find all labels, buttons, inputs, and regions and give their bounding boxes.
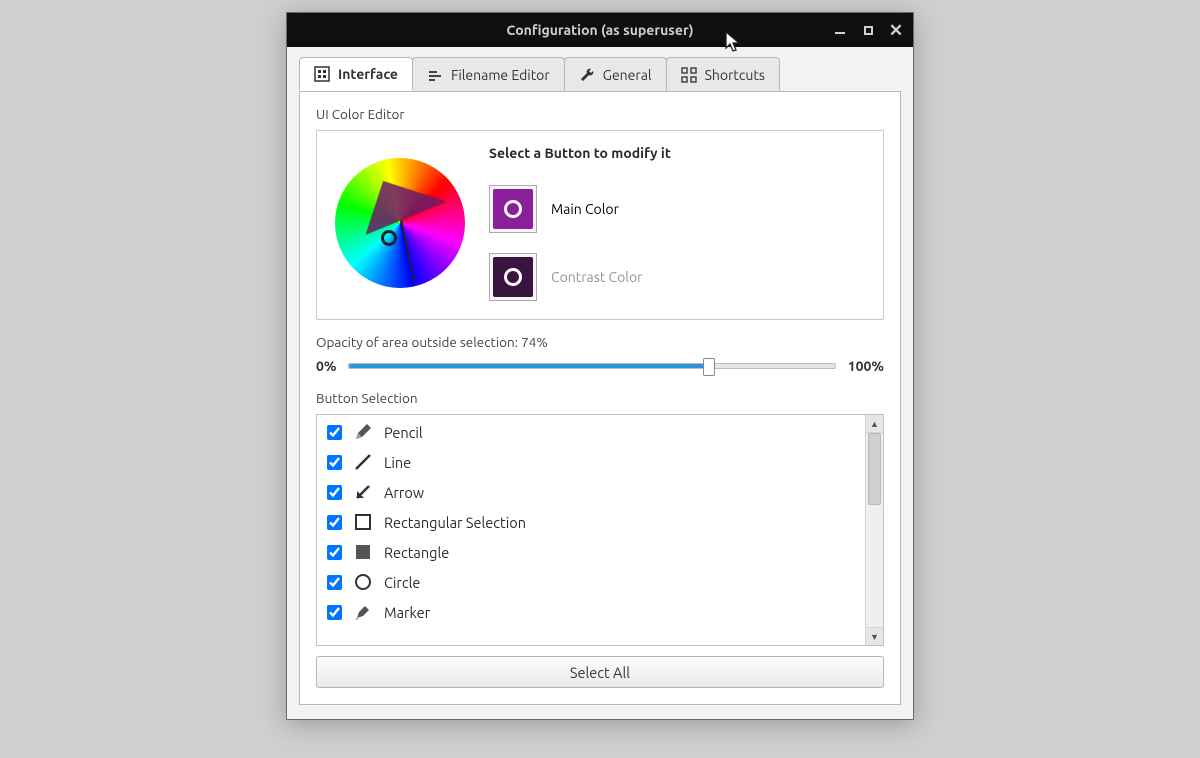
config-window: Configuration (as superuser) ✕ Interface… — [286, 12, 914, 720]
item-checkbox[interactable] — [327, 545, 342, 560]
scroll-up-button[interactable]: ▲ — [866, 415, 883, 433]
button-selection-list: Pencil Line Arrow Rectangular Selection Rect… — [316, 414, 884, 646]
opacity-min: 0% — [316, 358, 336, 374]
opacity-label: Opacity of area outside selection: 74% — [316, 334, 884, 350]
grid-icon — [681, 67, 697, 83]
marker-icon — [352, 601, 374, 623]
item-label: Rectangular Selection — [384, 514, 526, 531]
item-checkbox[interactable] — [327, 575, 342, 590]
scroll-thumb[interactable] — [868, 433, 881, 505]
interface-icon — [314, 66, 330, 82]
wrench-icon — [579, 67, 595, 83]
color-editor-group: Select a Button to modify it Main Color … — [316, 130, 884, 320]
tab-label: Interface — [338, 66, 398, 82]
list-item[interactable]: Rectangular Selection — [317, 507, 865, 537]
list-item[interactable]: Circle — [317, 567, 865, 597]
tab-general[interactable]: General — [564, 57, 667, 91]
pencil-icon — [352, 421, 374, 443]
item-label: Rectangle — [384, 544, 449, 561]
main-color-label: Main Color — [551, 201, 619, 217]
main-color-row: Main Color — [489, 185, 671, 233]
circle-icon — [352, 571, 374, 593]
item-checkbox[interactable] — [327, 605, 342, 620]
list-item[interactable]: Pencil — [317, 417, 865, 447]
item-checkbox[interactable] — [327, 485, 342, 500]
titlebar[interactable]: Configuration (as superuser) ✕ — [287, 13, 913, 47]
item-label: Arrow — [384, 484, 424, 501]
select-all-button[interactable]: Select All — [316, 656, 884, 688]
color-instruction: Select a Button to modify it — [489, 145, 671, 161]
item-checkbox[interactable] — [327, 455, 342, 470]
tab-shortcuts[interactable]: Shortcuts — [666, 57, 780, 91]
minimize-button[interactable] — [829, 19, 851, 41]
item-label: Pencil — [384, 424, 423, 441]
tab-label: Shortcuts — [705, 67, 765, 83]
maximize-button[interactable] — [857, 19, 879, 41]
rect-fill-icon — [352, 541, 374, 563]
item-label: Line — [384, 454, 411, 471]
window-content: Interface Filename Editor General Shortc… — [287, 47, 913, 719]
item-checkbox[interactable] — [327, 515, 342, 530]
list-item[interactable]: Marker — [317, 597, 865, 627]
filename-editor-icon — [427, 67, 443, 83]
line-icon — [352, 451, 374, 473]
titlebar-controls: ✕ — [829, 13, 907, 47]
color-buttons-column: Select a Button to modify it Main Color … — [489, 145, 671, 301]
item-label: Marker — [384, 604, 430, 621]
color-editor-heading: UI Color Editor — [316, 106, 884, 122]
contrast-color-swatch[interactable] — [489, 253, 537, 301]
tab-label: Filename Editor — [451, 67, 550, 83]
item-checkbox[interactable] — [327, 425, 342, 440]
scroll-down-button[interactable]: ▼ — [866, 627, 883, 645]
list-content: Pencil Line Arrow Rectangular Selection Rect… — [317, 415, 865, 645]
item-label: Circle — [384, 574, 420, 591]
close-button[interactable]: ✕ — [885, 19, 907, 41]
scrollbar[interactable]: ▲ ▼ — [865, 415, 883, 645]
button-selection-heading: Button Selection — [316, 390, 884, 406]
color-wheel[interactable] — [335, 158, 465, 288]
tab-interface[interactable]: Interface — [299, 57, 413, 91]
window-title: Configuration (as superuser) — [506, 22, 693, 38]
tabs-bar: Interface Filename Editor General Shortc… — [299, 57, 901, 92]
rect-outline-icon — [352, 511, 374, 533]
list-item[interactable]: Rectangle — [317, 537, 865, 567]
contrast-color-row: Contrast Color — [489, 253, 671, 301]
panel-interface: UI Color Editor Select a Button to modif… — [299, 91, 901, 705]
contrast-color-label: Contrast Color — [551, 269, 642, 285]
main-color-swatch[interactable] — [489, 185, 537, 233]
list-item[interactable]: Arrow — [317, 477, 865, 507]
opacity-max: 100% — [848, 358, 884, 374]
tab-label: General — [603, 67, 652, 83]
opacity-slider[interactable] — [348, 363, 835, 369]
tab-filename-editor[interactable]: Filename Editor — [412, 57, 565, 91]
arrow-icon — [352, 481, 374, 503]
opacity-slider-row: 0% 100% — [316, 358, 884, 374]
list-item[interactable]: Line — [317, 447, 865, 477]
